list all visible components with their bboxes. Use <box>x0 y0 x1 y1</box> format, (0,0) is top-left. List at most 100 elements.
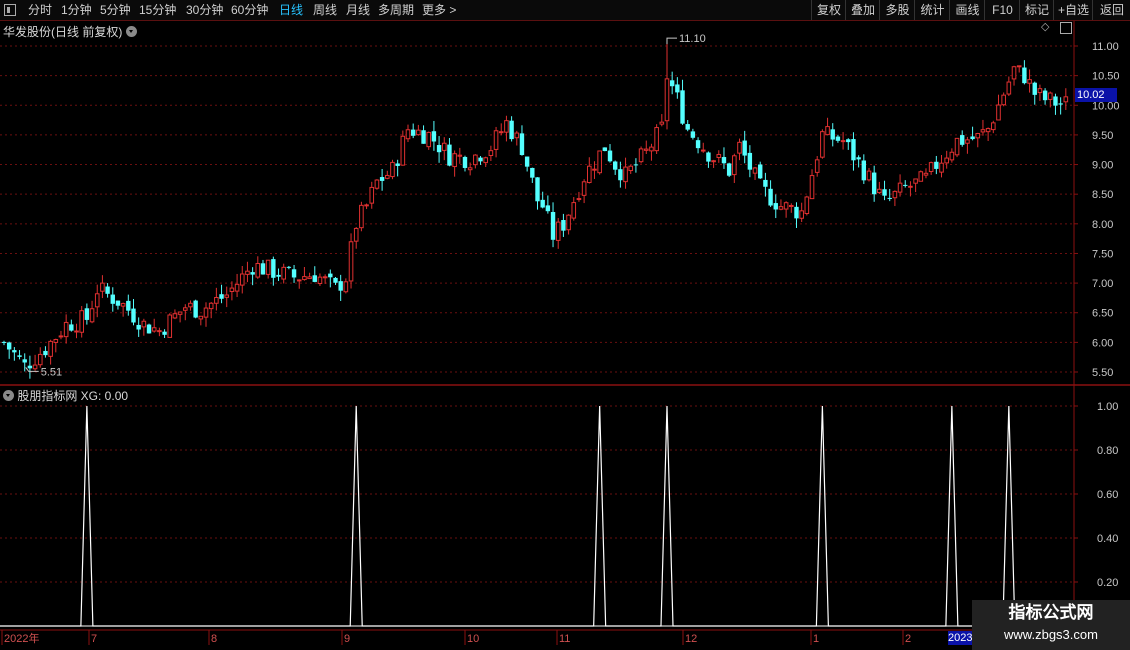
candle-body-up <box>467 167 473 171</box>
candle-body-down <box>773 203 778 210</box>
indicator-panel-header: 股朋指标网 XG: 0.00 <box>3 387 128 404</box>
candle-body-down <box>84 308 90 320</box>
dropdown-icon[interactable] <box>3 390 14 401</box>
candle-body-down <box>509 120 514 140</box>
indicator-tick-label: 1.00 <box>1097 401 1118 413</box>
dropdown-icon[interactable] <box>125 26 137 37</box>
candle-body-up <box>581 181 587 196</box>
candle-body-up <box>416 129 421 136</box>
candle-body-up <box>623 166 628 183</box>
indicator-panel-title: 股朋指标网 XG: 0.00 <box>17 389 129 403</box>
candle-body-down <box>524 156 530 167</box>
candle-body-up <box>514 132 520 139</box>
candle-body-down <box>431 131 437 142</box>
diamond-icon[interactable]: ◇ <box>1041 22 1051 33</box>
candle-body-up <box>949 151 955 161</box>
candle-body-up <box>975 133 981 139</box>
candle-body-down <box>846 139 851 143</box>
candle-body-up <box>151 327 157 332</box>
date-label: 2022年 <box>4 631 39 645</box>
candle-body-up <box>586 165 592 184</box>
price-tick-label: 10.00 <box>1092 100 1120 112</box>
candle-body-down <box>742 140 747 156</box>
candle-body-down <box>193 300 198 318</box>
candle-body-down <box>328 273 333 278</box>
candle-body-up <box>1063 96 1069 103</box>
candle-body-down <box>633 164 639 166</box>
candle-body-up <box>374 179 380 189</box>
candle-body-down <box>602 147 608 152</box>
candle-body-down <box>685 124 690 130</box>
candle-body-down <box>887 197 892 199</box>
candle-body-up <box>53 339 59 343</box>
candle-body-down <box>1042 90 1048 101</box>
candle-body-down <box>6 342 12 350</box>
candle-body-up <box>198 315 204 320</box>
candle-body-up <box>390 161 395 178</box>
candle-body-up <box>100 282 105 292</box>
candle-body-down <box>260 263 266 275</box>
candle-body-down <box>669 80 675 87</box>
candle-body-down <box>379 177 385 181</box>
candle-body-up <box>649 146 654 152</box>
candle-body-up <box>664 78 670 122</box>
candle-body-up <box>208 302 214 310</box>
panel-layout-icon[interactable] <box>1060 22 1072 34</box>
candle-body-down <box>618 169 623 181</box>
candle-body-up <box>737 141 742 154</box>
watermark-title: 指标公式网 <box>1008 603 1094 622</box>
indicator-tick-label: 0.60 <box>1097 489 1118 501</box>
low-label: 5.51 <box>41 366 62 378</box>
candle-body-up <box>913 178 918 184</box>
candle-body-down <box>12 350 17 353</box>
candle-body-up <box>74 330 79 333</box>
candle-body-up <box>928 162 934 172</box>
candle-body-down <box>726 163 732 176</box>
candle-body-down <box>462 156 468 168</box>
candle-body-up <box>840 140 846 143</box>
candle-body-up <box>592 168 597 171</box>
candle-body-up <box>498 131 504 134</box>
date-label: 9 <box>344 633 350 645</box>
candle-body-up <box>985 128 991 133</box>
candle-body-down <box>747 152 753 170</box>
candle-body-up <box>965 139 970 144</box>
candle-body-up <box>203 307 209 318</box>
candle-body-down <box>758 164 763 179</box>
candle-body-down <box>830 129 835 140</box>
candle-body-up <box>571 202 577 219</box>
candle-body-down <box>530 167 535 178</box>
high-marker <box>666 37 677 45</box>
candle-body-up <box>322 276 328 279</box>
price-tick-label: 7.00 <box>1092 278 1113 290</box>
price-tick-label: 8.00 <box>1092 219 1113 231</box>
candle-body-up <box>177 311 183 315</box>
candle-body-up <box>483 157 489 164</box>
watermark-url: www.zbgs3.com <box>1004 627 1098 642</box>
candle-body-up <box>504 120 509 133</box>
price-tick-label: 10.50 <box>1092 71 1120 83</box>
candle-body-down <box>250 272 255 275</box>
candle-body-down <box>1 341 7 343</box>
main-panel-header: 华发股份(日线 前复权) <box>3 23 137 40</box>
candle-body-up <box>866 170 872 181</box>
candle-body-up <box>296 279 302 282</box>
candle-body-up <box>281 266 286 280</box>
high-label: 11.10 <box>679 33 706 45</box>
candle-body-up <box>820 131 825 158</box>
candle-body-up <box>991 122 996 131</box>
candle-body-up <box>167 314 173 338</box>
candle-body-down <box>146 324 152 334</box>
candle-body-up <box>141 320 147 328</box>
candle-body-up <box>239 273 245 286</box>
candle-body-up <box>353 227 359 242</box>
candle-body-down <box>535 177 540 202</box>
candle-body-down <box>410 129 416 136</box>
candle-body-up <box>939 162 944 173</box>
candle-body-down <box>695 140 701 149</box>
candle-body-down <box>540 199 545 208</box>
date-label: 8 <box>211 633 217 645</box>
candle-body-up <box>188 302 193 308</box>
candle-body-up <box>157 330 162 333</box>
candle-body-down <box>312 275 317 282</box>
